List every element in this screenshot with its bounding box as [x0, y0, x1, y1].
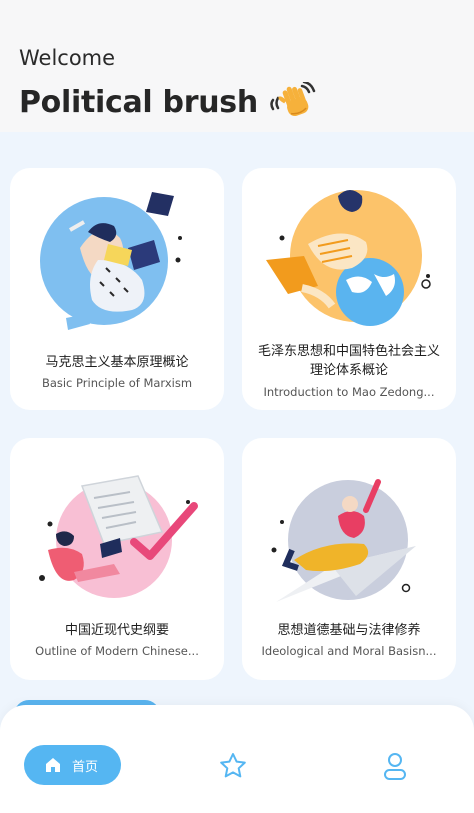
course-card[interactable]: 中国近现代史纲要 Outline of Modern Chinese... — [10, 438, 224, 680]
course-title-zh: 思想道德基础与法律修养 — [277, 623, 421, 638]
header: Welcome Political brush — [0, 0, 474, 132]
waving-hand-icon — [270, 82, 316, 117]
course-title-en: Ideological and Moral Basisn... — [261, 644, 437, 658]
course-title-en: Basic Principle of Marxism — [41, 376, 193, 390]
course-title-zh: 毛泽东思想和中国特色社会主义理论体系概论 — [257, 344, 440, 378]
nav-home-label: 首页 — [72, 759, 99, 775]
course-card[interactable]: 马克思主义基本原理概论 Basic Principle of Marxism — [10, 168, 224, 410]
page-title: Political brush — [19, 84, 258, 120]
paper-plane-figure-illustration — [271, 479, 416, 602]
course-title-zh: 马克思主义基本原理概论 — [45, 355, 189, 370]
course-title-en: Introduction to Mao Zedong... — [263, 385, 435, 399]
graduate-figure-illustration — [40, 192, 182, 330]
course-card[interactable]: 思想道德基础与法律修养 Ideological and Moral Basisn… — [242, 438, 456, 680]
course-card[interactable]: 毛泽东思想和中国特色社会主义理论体系概论 Introduction to Mao… — [242, 168, 456, 410]
course-title-zh: 中国近现代史纲要 — [64, 623, 169, 638]
title-row: Political brush — [19, 82, 318, 122]
home-icon — [46, 758, 60, 772]
globe-figure-illustration — [266, 190, 431, 326]
user-icon[interactable] — [381, 751, 409, 781]
course-title-en: Outline of Modern Chinese... — [35, 644, 199, 658]
nav-home-button[interactable]: 首页 — [24, 745, 121, 785]
star-icon[interactable] — [218, 751, 248, 781]
welcome-text: Welcome — [19, 46, 116, 70]
document-checkmark-illustration — [39, 475, 198, 598]
bottom-navigation: 首页 — [0, 705, 474, 813]
